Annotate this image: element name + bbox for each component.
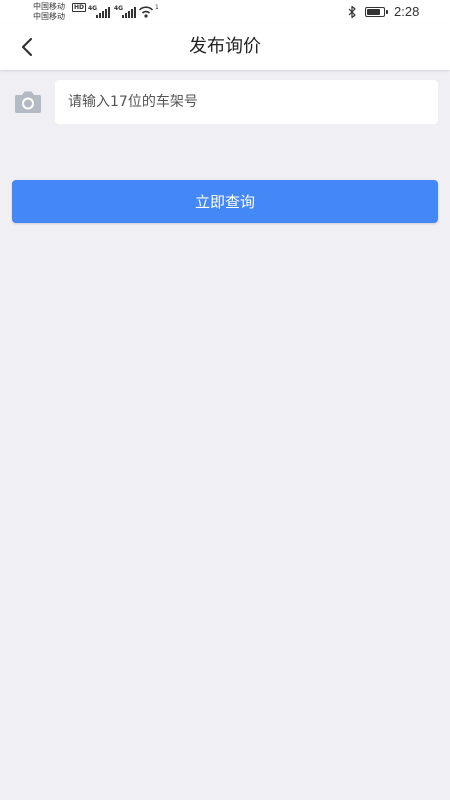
- vin-input-row: [0, 80, 450, 124]
- carrier-name-1: 中国移动: [33, 2, 65, 11]
- status-bar: 中国移动 HD 中国移动 4G 4G 1 2:28: [0, 0, 450, 24]
- signal-strength-icon: 4G: [114, 5, 136, 19]
- battery-tip: [386, 10, 388, 14]
- bluetooth-icon: [348, 5, 356, 19]
- clock: 2:28: [394, 4, 420, 19]
- camera-icon: [15, 91, 41, 113]
- carrier-name-2: 中国移动: [33, 12, 65, 21]
- query-button[interactable]: 立即查询: [12, 180, 438, 223]
- camera-scan-button[interactable]: [12, 89, 44, 115]
- navigation-header: 发布询价: [0, 24, 450, 70]
- signal-strength-icon: 4G: [88, 5, 110, 19]
- battery-icon: [365, 7, 385, 17]
- wifi-label: 1: [155, 4, 159, 11]
- battery-level: [367, 9, 380, 15]
- vin-input[interactable]: [55, 80, 438, 124]
- page-title: 发布询价: [189, 36, 261, 57]
- hd-badge: HD: [72, 3, 87, 12]
